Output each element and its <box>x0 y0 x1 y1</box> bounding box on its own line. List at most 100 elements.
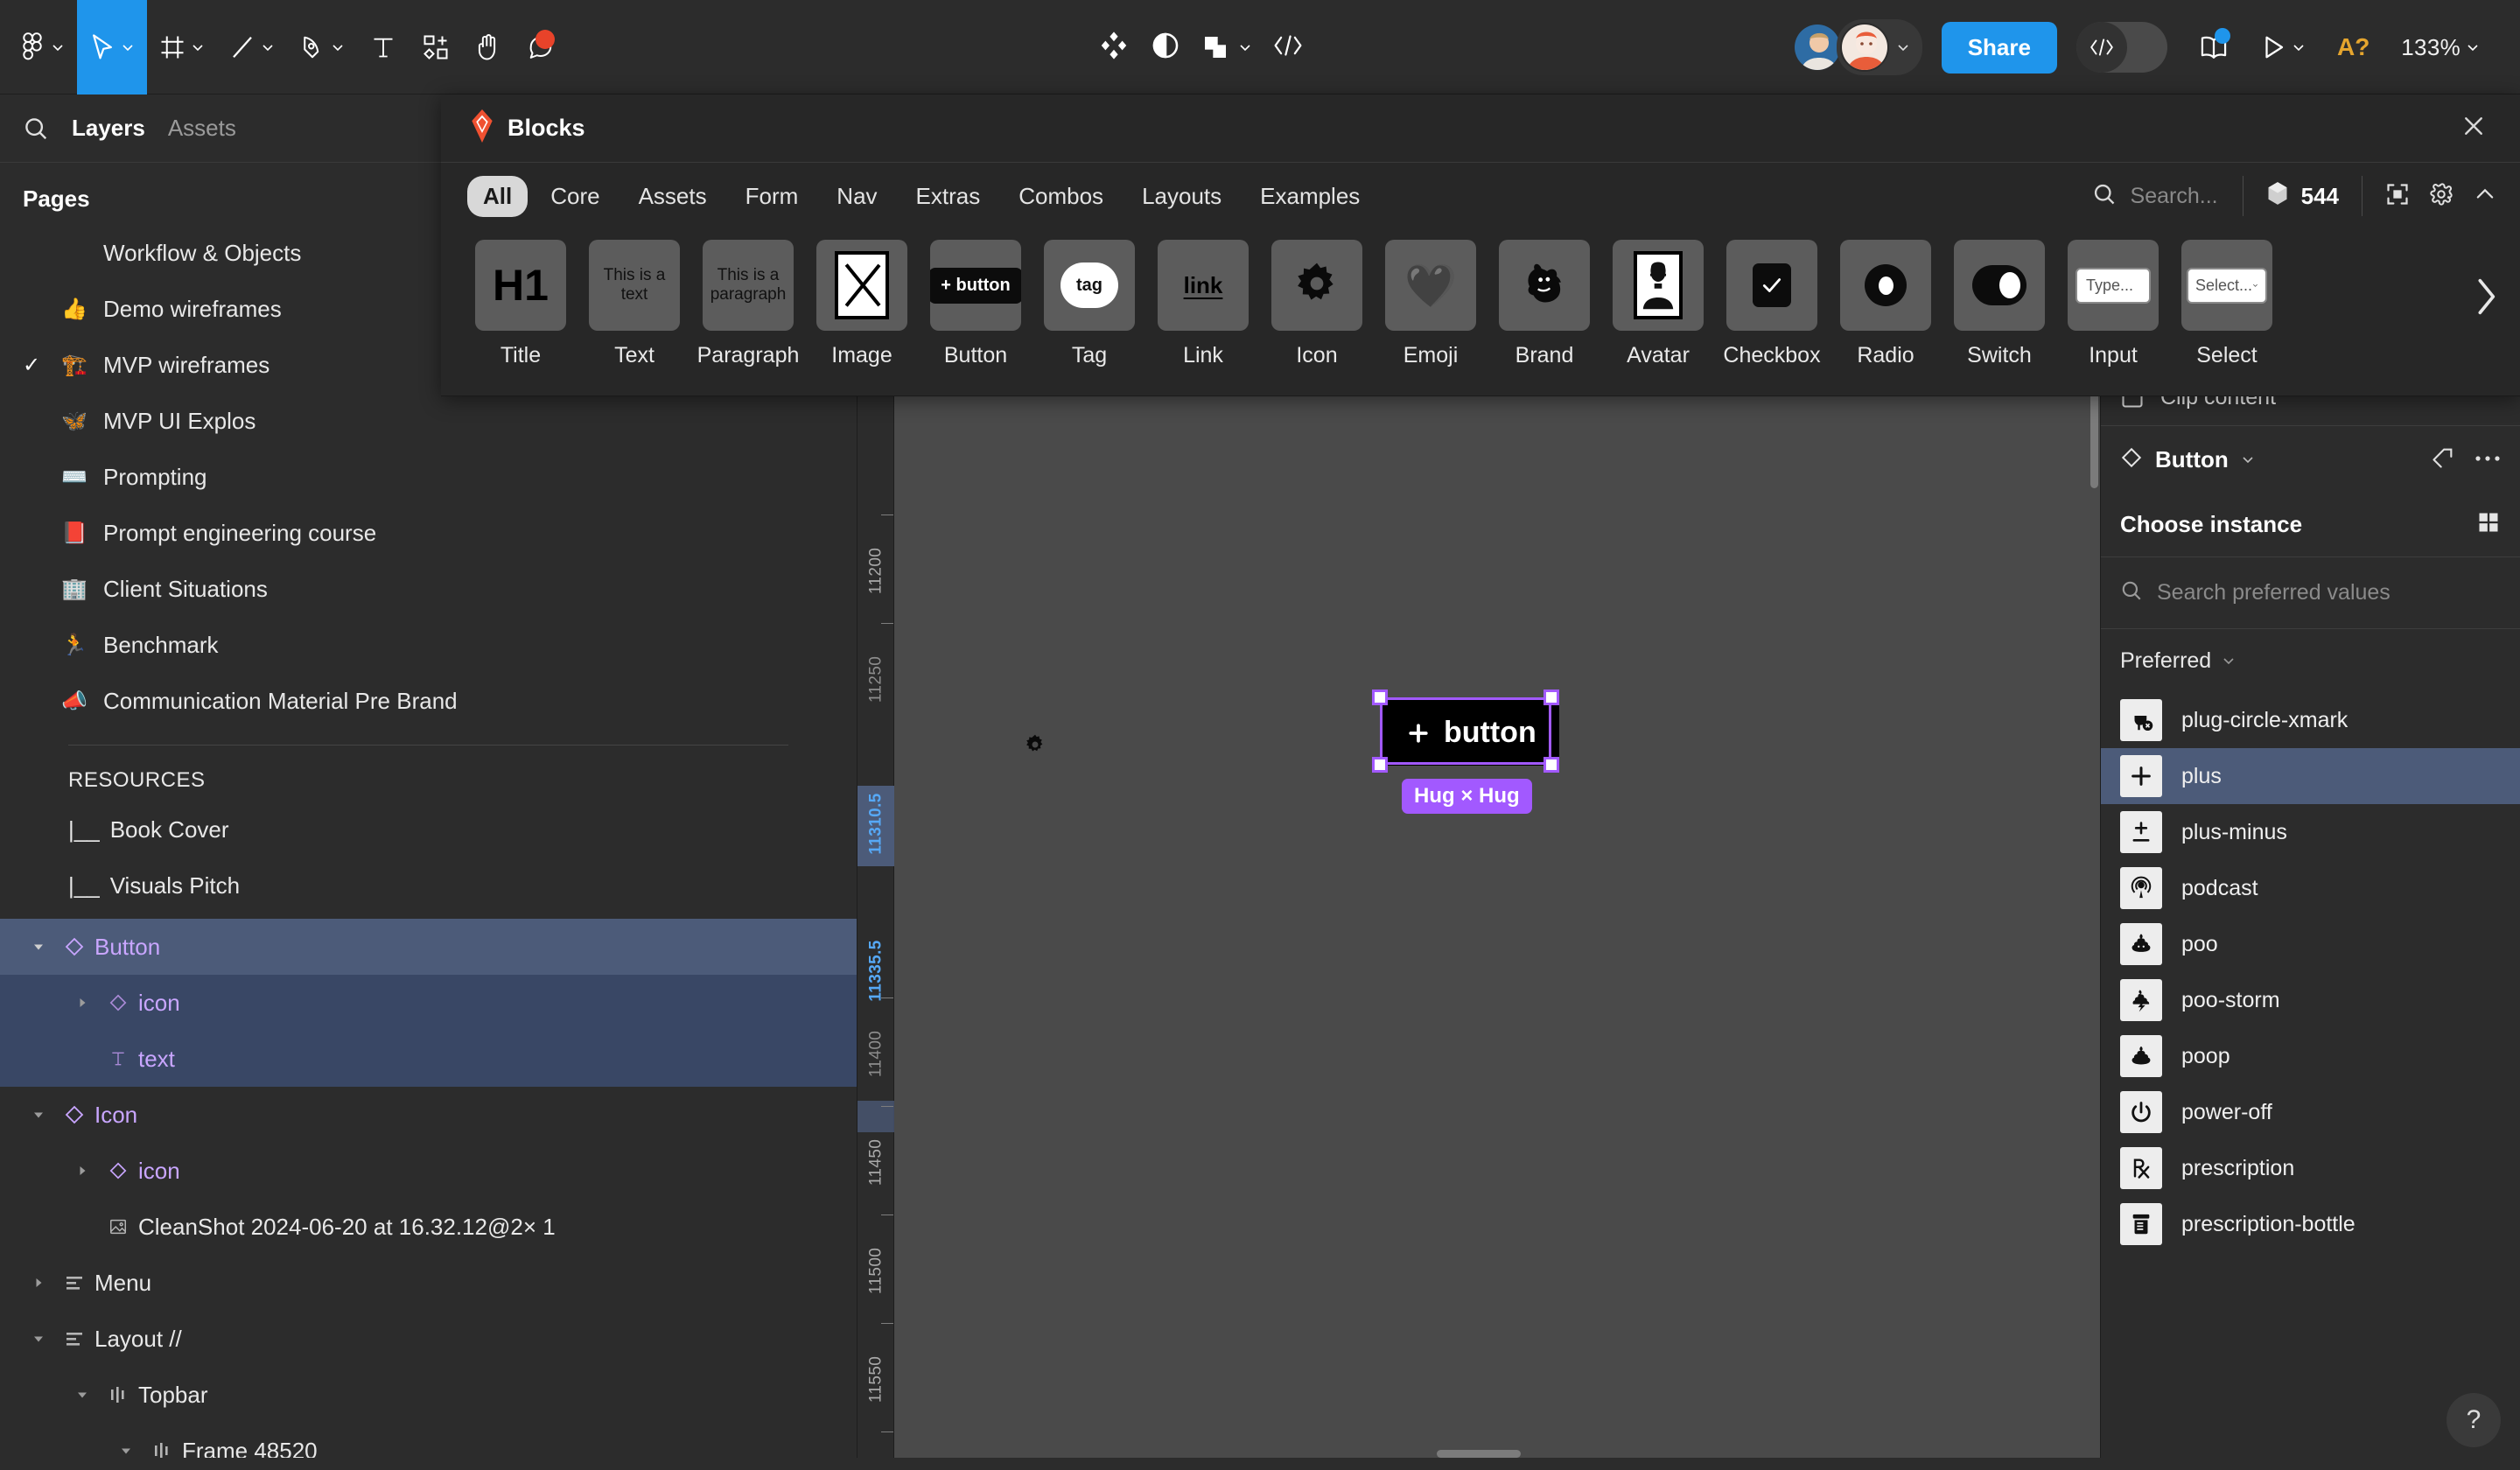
figma-logo-icon[interactable] <box>7 0 77 94</box>
avatar[interactable] <box>1792 23 1842 72</box>
resize-handle-br[interactable] <box>1544 757 1559 773</box>
layer-row[interactable]: icon <box>0 1143 857 1199</box>
twisty-down-icon[interactable] <box>23 1332 54 1346</box>
layer-row[interactable]: text <box>0 1031 857 1087</box>
line-icon[interactable] <box>217 0 287 94</box>
tab-core[interactable]: Core <box>535 176 615 217</box>
current-user-chip[interactable] <box>1836 19 1922 75</box>
page-item[interactable]: 🏢 Client Situations <box>0 561 857 617</box>
twisty-down-icon[interactable] <box>23 1108 54 1122</box>
tab-assets[interactable]: Assets <box>168 115 236 142</box>
more-options-icon[interactable] <box>2474 452 2501 467</box>
layer-row[interactable]: Button <box>0 919 857 975</box>
list-item-selected[interactable]: plus <box>2101 748 2520 804</box>
hand-tool-icon[interactable] <box>462 0 514 94</box>
page-item[interactable]: 🦋 MVP UI Explos <box>0 393 857 449</box>
twisty-right-icon[interactable] <box>23 1276 54 1290</box>
twisty-down-icon[interactable] <box>23 940 54 954</box>
list-item[interactable]: plug-circle-xmark <box>2101 692 2520 748</box>
layer-row[interactable]: Topbar <box>0 1367 857 1423</box>
layer-row[interactable]: Layout // <box>0 1311 857 1367</box>
blocks-plugin-icon[interactable] <box>1098 30 1130 66</box>
list-item[interactable]: plus-minus <box>2101 804 2520 860</box>
block-select[interactable]: Select... Select <box>2170 240 2284 368</box>
dev-mode-toggle[interactable] <box>2076 22 2167 73</box>
close-icon[interactable] <box>2450 106 2497 150</box>
collaborator-avatars[interactable] <box>1792 19 1922 75</box>
resize-handle-tr[interactable] <box>1544 690 1559 705</box>
shortcut-help-button[interactable]: A? <box>2321 0 2385 94</box>
resize-handle-tl[interactable] <box>1372 690 1388 705</box>
resize-handle-bl[interactable] <box>1372 757 1388 773</box>
block-checkbox[interactable]: Checkbox <box>1715 240 1829 368</box>
list-item[interactable]: podcast <box>2101 860 2520 916</box>
instance-search[interactable]: Search preferred values <box>2101 557 2520 629</box>
pen-icon[interactable] <box>287 0 357 94</box>
block-input[interactable]: Type... Input <box>2056 240 2170 368</box>
layer-row[interactable]: Menu <box>0 1255 857 1311</box>
gear-icon[interactable] <box>1024 733 1046 760</box>
zoom-control[interactable]: 133% <box>2385 0 2496 94</box>
block-switch[interactable]: Switch <box>1942 240 2056 368</box>
tab-assets[interactable]: Assets <box>623 176 723 217</box>
help-button[interactable]: ? <box>2446 1393 2501 1447</box>
block-text[interactable]: This is a text Text <box>578 240 691 368</box>
resource-item[interactable]: |__ Visuals Pitch <box>0 858 857 914</box>
block-radio[interactable]: Radio <box>1829 240 1942 368</box>
block-tag[interactable]: tag Tag <box>1032 240 1146 368</box>
twisty-down-icon[interactable] <box>66 1388 98 1402</box>
preferred-group-header[interactable]: Preferred <box>2101 629 2520 692</box>
go-to-main-component-icon[interactable] <box>2431 445 2455 474</box>
list-item[interactable]: poo-storm <box>2101 972 2520 1028</box>
list-item[interactable]: poop <box>2101 1028 2520 1084</box>
list-item[interactable]: poo <box>2101 916 2520 972</box>
tab-layouts[interactable]: Layouts <box>1126 176 1237 217</box>
list-item[interactable]: power-off <box>2101 1084 2520 1140</box>
components-icon[interactable] <box>410 0 462 94</box>
collapse-icon[interactable] <box>2473 182 2497 211</box>
dev-code-icon[interactable] <box>1273 32 1303 63</box>
tab-nav[interactable]: Nav <box>821 176 892 217</box>
book-icon[interactable] <box>2183 0 2244 94</box>
twisty-right-icon[interactable] <box>66 1164 98 1178</box>
block-image[interactable]: Image <box>805 240 919 368</box>
grid-next-icon[interactable] <box>2471 275 2501 323</box>
search-icon[interactable] <box>23 116 49 142</box>
page-item[interactable]: 📕 Prompt engineering course <box>0 505 857 561</box>
canvas-vertical-scrollbar[interactable] <box>2090 392 2098 488</box>
layer-row[interactable]: CleanShot 2024-06-20 at 16.32.12@2× 1 <box>0 1199 857 1255</box>
resource-item[interactable]: |__ Book Cover <box>0 802 857 858</box>
layer-row[interactable]: icon <box>0 975 857 1031</box>
block-icon[interactable]: Icon <box>1260 240 1374 368</box>
comment-icon[interactable] <box>514 0 567 94</box>
play-present-icon[interactable] <box>2244 0 2321 94</box>
move-cursor-icon[interactable] <box>77 0 147 94</box>
tab-layers[interactable]: Layers <box>72 115 145 142</box>
block-avatar[interactable]: Avatar <box>1601 240 1715 368</box>
fit-frame-icon[interactable] <box>2385 182 2410 211</box>
block-emoji[interactable]: 🖤 Emoji <box>1374 240 1488 368</box>
list-item[interactable]: prescription <box>2101 1140 2520 1196</box>
block-link[interactable]: link Link <box>1146 240 1260 368</box>
gear-icon[interactable] <box>2429 182 2454 211</box>
frame-icon[interactable] <box>147 0 217 94</box>
contrast-icon[interactable] <box>1151 31 1180 65</box>
tab-examples[interactable]: Examples <box>1244 176 1376 217</box>
avatar[interactable] <box>1839 23 1889 72</box>
page-item[interactable]: 🏃 Benchmark <box>0 617 857 673</box>
tab-combos[interactable]: Combos <box>1003 176 1119 217</box>
page-item[interactable]: ⌨️ Prompting <box>0 449 857 505</box>
list-item[interactable]: prescription-bottle <box>2101 1196 2520 1252</box>
layer-row[interactable]: Icon <box>0 1087 857 1143</box>
share-button[interactable]: Share <box>1941 21 2057 74</box>
text-tool-icon[interactable] <box>357 0 410 94</box>
tab-all[interactable]: All <box>467 175 528 217</box>
canvas-horizontal-scrollbar[interactable] <box>1437 1450 1521 1458</box>
block-paragraph[interactable]: This is a paragraph Paragraph <box>691 240 805 368</box>
canvas-selected-button[interactable]: button <box>1382 700 1559 766</box>
page-item[interactable]: 📣 Communication Material Pre Brand <box>0 673 857 729</box>
twisty-down-icon[interactable] <box>110 1444 142 1458</box>
tab-form[interactable]: Form <box>730 176 815 217</box>
tab-extras[interactable]: Extras <box>900 176 997 217</box>
layers-boolean-icon[interactable] <box>1201 33 1252 61</box>
